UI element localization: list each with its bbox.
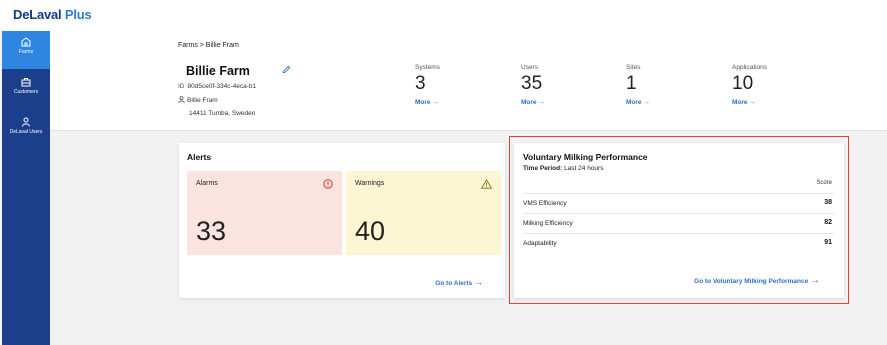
alerts-card: Alerts Alarms 33 Warnings 40 Go to Alert… (179, 143, 505, 298)
sidebar-item-label: DeLaval Users (9, 129, 43, 135)
more-link-systems[interactable]: More → (415, 99, 505, 106)
farm-address: 14411 Tumba, Sweden (189, 110, 256, 117)
time-period: Time Period: Last 24 hours (523, 165, 604, 172)
arrow-right-icon: → (538, 99, 545, 106)
stat-applications: Applications 10 More → (732, 64, 822, 106)
sidebar-item-delaval-users[interactable]: DeLaval Users (2, 111, 50, 149)
sidebar-item-label: Farms (18, 49, 34, 55)
top-bar: DeLaval Plus (0, 0, 887, 31)
breadcrumb[interactable]: Farms > Billie Fram (178, 42, 239, 49)
alarms-tile[interactable]: Alarms 33 (187, 171, 342, 255)
stat-users: Users 35 More → (521, 64, 611, 106)
page-title: Billie Farm (186, 64, 250, 78)
sidebar-item-label: Customers (13, 89, 39, 95)
person-icon (178, 96, 185, 104)
farm-icon (21, 37, 31, 47)
arrow-right-icon: → (749, 99, 756, 106)
more-link-users[interactable]: More → (521, 99, 611, 106)
users-icon (22, 117, 30, 127)
arrow-right-icon: → (474, 277, 483, 287)
farm-header: Farms > Billie Fram Billie Farm ID 80d5ce… (50, 31, 887, 131)
sidebar: Farms Customers DeLaval Users (2, 31, 50, 345)
brand-logo[interactable]: DeLaval Plus (13, 7, 92, 22)
farm-contact: Billie Fram (178, 96, 218, 104)
table-row: Milking Efficiency 82 (523, 213, 834, 233)
arrow-right-icon: → (810, 275, 820, 286)
go-to-alerts-link[interactable]: Go to Alerts → (435, 277, 483, 287)
pencil-icon[interactable] (282, 65, 291, 74)
stat-sites: Sites 1 More → (626, 64, 716, 106)
stat-systems: Systems 3 More → (415, 64, 505, 106)
warnings-count: 40 (355, 216, 386, 246)
go-to-vmp-link[interactable]: Go to Voluntary Milking Performance → (694, 275, 820, 286)
voluntary-milking-performance-card: Voluntary Milking Performance Time Perio… (514, 143, 844, 298)
more-link-applications[interactable]: More → (732, 99, 822, 106)
sidebar-item-customers[interactable]: Customers (2, 71, 50, 109)
alarms-count: 33 (196, 216, 227, 246)
sidebar-item-farms[interactable]: Farms (2, 31, 50, 69)
warnings-tile[interactable]: Warnings 40 (346, 171, 501, 255)
briefcase-icon (21, 78, 31, 87)
arrow-right-icon: → (643, 99, 650, 106)
table-row: VMS Efficiency 38 (523, 193, 834, 213)
farm-id: ID 80d5ce0f-334c-4eca-b1 (178, 83, 257, 90)
arrow-right-icon: → (432, 99, 439, 106)
score-header: Score (816, 180, 832, 186)
vmp-title: Voluntary Milking Performance (523, 152, 648, 162)
table-row: Adaptability 91 (523, 233, 834, 253)
alarm-icon (323, 179, 333, 189)
alerts-title: Alerts (187, 152, 212, 162)
more-link-sites[interactable]: More → (626, 99, 716, 106)
warning-icon (481, 179, 492, 189)
